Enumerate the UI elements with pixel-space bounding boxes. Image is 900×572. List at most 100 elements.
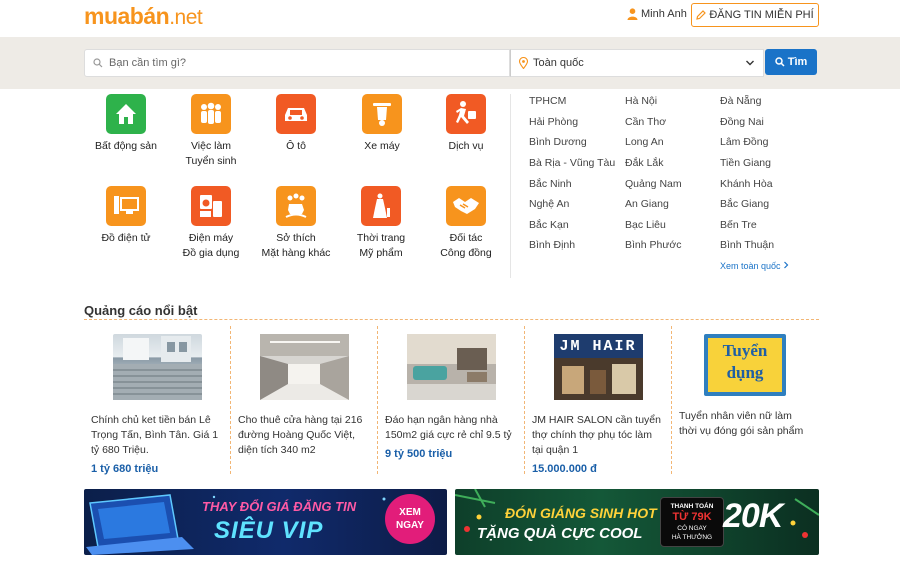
location-select[interactable]: Toàn quốc <box>510 49 764 77</box>
region-link[interactable]: TPHCM <box>529 95 566 107</box>
view-now-label: XEM <box>399 507 421 518</box>
category-label: Thời trang <box>356 232 406 244</box>
ad-image: JM HAIR <box>553 334 643 400</box>
promo-banner-christmas[interactable]: ĐÓN GIÁNG SINH HOT TẶNG QUÀ CỰC COOL THA… <box>455 489 819 555</box>
post-free-label: ĐĂNG TIN MIỄN PHÍ <box>709 9 814 21</box>
scooter-icon <box>362 94 402 134</box>
search-input[interactable] <box>109 57 489 69</box>
region-link[interactable]: Bình Dương <box>529 136 587 148</box>
appliance-icon <box>191 186 231 226</box>
region-link[interactable]: Lâm Đồng <box>720 136 768 148</box>
ad-image-text: Tuyển dụng <box>722 341 768 382</box>
region-link[interactable]: Bắc Giang <box>720 198 769 210</box>
ad-title: Tuyển nhân viên nữ làm thời vụ đóng gói … <box>679 410 804 437</box>
site-logo[interactable]: muabán.net <box>84 3 203 30</box>
category-label: Sở thích <box>276 232 316 244</box>
view-now-label-2: NGAY <box>396 520 424 531</box>
user-name: Minh Anh <box>641 8 687 20</box>
post-free-button[interactable]: ĐĂNG TIN MIỄN PHÍ <box>691 3 819 27</box>
house-icon <box>106 94 146 134</box>
category-services[interactable]: Dịch vụ <box>424 94 508 154</box>
search-icon <box>93 58 103 68</box>
region-link[interactable]: Hà Nội <box>625 95 657 107</box>
region-link[interactable]: Đà Nẵng <box>720 95 761 107</box>
ad-card[interactable]: Cho thuê cửa hàng tại 216 đường Hoàng Qu… <box>231 326 377 474</box>
search-bar: Toàn quốc Tìm <box>0 37 900 89</box>
car-icon <box>276 94 316 134</box>
region-link[interactable]: Bình Thuận <box>720 239 774 251</box>
region-link[interactable]: Cần Thơ <box>625 116 666 128</box>
region-link[interactable]: Bắc Ninh <box>529 178 572 190</box>
search-button-label: Tìm <box>787 56 808 68</box>
search-button[interactable]: Tìm <box>765 49 817 75</box>
region-link[interactable]: Khánh Hòa <box>720 178 773 190</box>
people-icon <box>191 94 231 134</box>
region-link[interactable]: Tiền Giang <box>720 157 771 169</box>
badge-price: TỪ 79K <box>672 511 712 523</box>
search-box <box>84 49 510 77</box>
category-jobs[interactable]: Việc làm Tuyển sinh <box>169 94 253 169</box>
payment-badge: THANH TOÁN TỪ 79K CÓ NGAY HÀ THƯỞNG <box>660 497 724 547</box>
ad-card[interactable]: Tuyển dụng Tuyển nhân viên nữ làm thời v… <box>672 326 818 474</box>
handshake-icon <box>446 186 486 226</box>
category-label: Ô tô <box>286 140 306 152</box>
category-appliances[interactable]: Điện máy Đồ gia dụng <box>169 186 253 261</box>
view-all-regions-label: Xem toàn quốc <box>720 261 781 271</box>
region-link[interactable]: Nghệ An <box>529 198 569 210</box>
badge-text: CÓ NGAY <box>677 525 707 532</box>
chevron-right-icon <box>784 261 789 269</box>
ad-image <box>112 334 202 400</box>
region-link[interactable]: Đắk Lắk <box>625 157 664 169</box>
category-partners[interactable]: Đối tác Công đồng <box>424 186 508 261</box>
region-link[interactable]: Bạc Liêu <box>625 219 666 231</box>
logo-suffix: .net <box>169 6 203 29</box>
ad-card[interactable]: Chính chủ ket tiền bán Lê Trọng Tấn, Bìn… <box>84 326 230 475</box>
section-divider <box>84 319 819 320</box>
ad-image <box>406 334 496 400</box>
ad-price: 9 tỷ 500 triệu <box>385 448 453 460</box>
category-fashion[interactable]: Thời trang Mỹ phẩm <box>339 186 423 261</box>
region-link[interactable]: Bình Phước <box>625 239 682 251</box>
runner-icon <box>446 94 486 134</box>
featured-title: Quảng cáo nổi bật <box>84 303 198 318</box>
category-sublabel: Mỹ phẩm <box>359 247 403 259</box>
region-link[interactable]: Hải Phòng <box>529 116 578 128</box>
top-bar: muabán.net Minh Anh ĐĂNG TIN MIỄN PHÍ <box>0 0 900 37</box>
ad-card[interactable]: JM HAIR JM HAIR SALON cần tuyển thợ chín… <box>525 326 671 475</box>
region-link[interactable]: An Giang <box>625 198 669 210</box>
user-menu[interactable]: Minh Anh <box>627 8 687 20</box>
category-real-estate[interactable]: Bất động sản <box>84 94 168 154</box>
region-link[interactable]: Bà Rịa - Vũng Tàu <box>529 157 615 169</box>
category-label: Xe máy <box>364 140 400 152</box>
category-motorbikes[interactable]: Xe máy <box>340 94 424 154</box>
region-link[interactable]: Bắc Kạn <box>529 219 569 231</box>
computer-icon <box>106 186 146 226</box>
view-all-regions-link[interactable]: Xem toàn quốc <box>720 261 789 271</box>
view-now-button[interactable]: XEM NGAY <box>385 494 435 544</box>
ad-price: 1 tỷ 680 triệu <box>91 463 159 475</box>
fashion-icon <box>361 186 401 226</box>
badge-text: THANH TOÁN <box>670 503 714 510</box>
category-label: Điện máy <box>188 232 234 244</box>
search-icon <box>774 57 785 67</box>
category-cars[interactable]: Ô tô <box>254 94 338 154</box>
region-link[interactable]: Đồng Nai <box>720 116 764 128</box>
region-link[interactable]: Bình Định <box>529 239 575 251</box>
region-link[interactable]: Quảng Nam <box>625 178 682 190</box>
banner-headline: THAY ĐỔI GIÁ ĐĂNG TIN <box>202 499 357 514</box>
location-pin-icon <box>519 57 528 69</box>
ad-title: Chính chủ ket tiền bán Lê Trọng Tấn, Bìn… <box>91 414 219 456</box>
ad-title: Cho thuê cửa hàng tại 216 đường Hoàng Qu… <box>238 414 363 456</box>
pencil-icon <box>696 10 707 20</box>
banner-subheadline: TẶNG QUÀ CỰC COOL <box>477 525 643 542</box>
category-hobbies[interactable]: Sở thích Mặt hàng khác <box>254 186 338 261</box>
category-label: Bất động sản <box>95 140 157 152</box>
divider <box>510 94 511 278</box>
category-label: Đồ điện tử <box>101 232 151 244</box>
toy-horse-icon <box>276 186 316 226</box>
ad-card[interactable]: Đáo hạn ngân hàng nhà 150m2 giá cực rẻ c… <box>378 326 524 474</box>
promo-banner-vip[interactable]: THAY ĐỔI GIÁ ĐĂNG TIN SIÊU VIP XEM NGAY <box>84 489 447 555</box>
region-link[interactable]: Long An <box>625 136 664 148</box>
region-link[interactable]: Bến Tre <box>720 219 757 231</box>
category-electronics[interactable]: Đồ điện tử <box>84 186 168 246</box>
